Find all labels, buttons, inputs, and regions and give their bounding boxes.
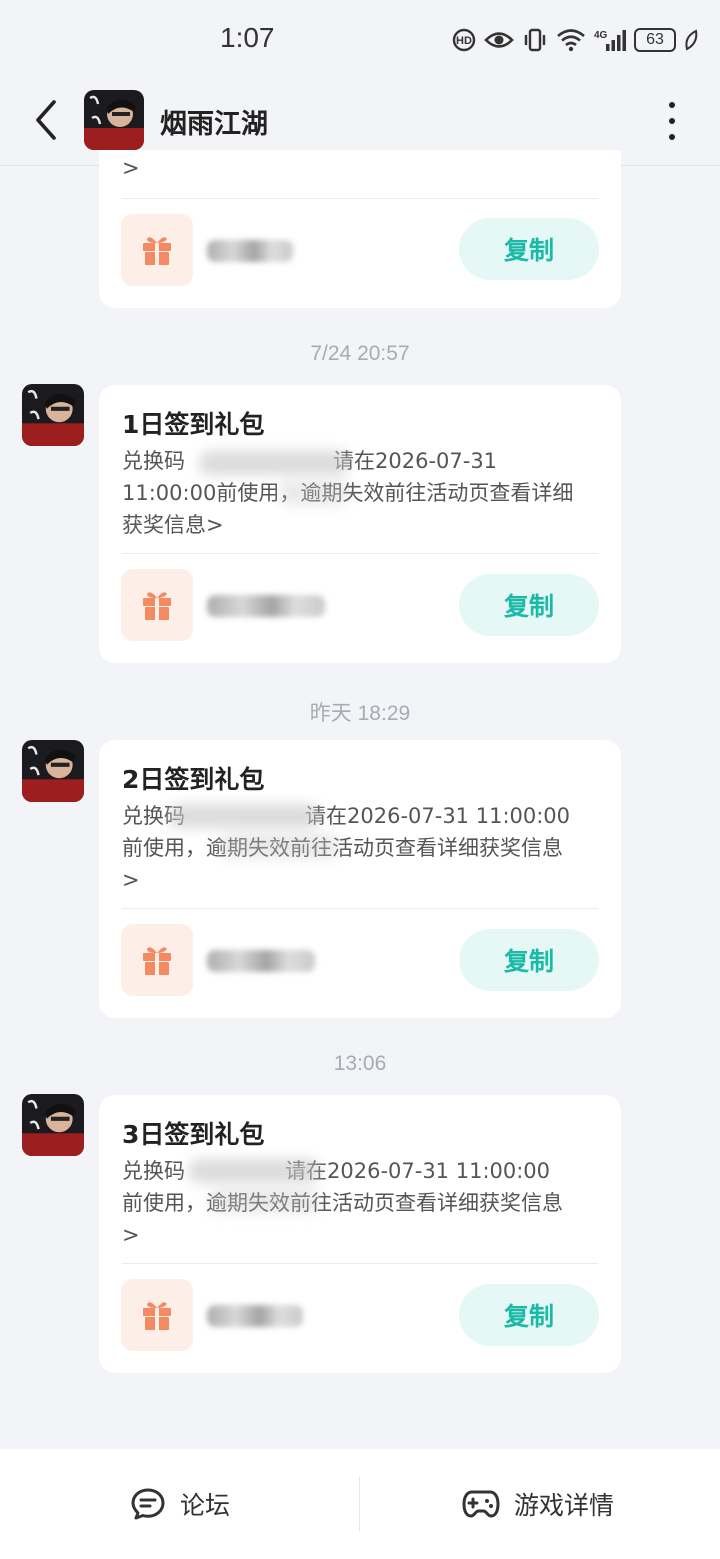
card-divider [122, 1263, 598, 1264]
gift-icon [143, 1302, 171, 1330]
message-card[interactable]: 1日签到礼包 兑换码 请在2026-07-31 11:00:00前使用，逾期失效前… [99, 385, 621, 663]
gift-icon [143, 237, 171, 265]
timestamp: 昨天 18:29 [309, 702, 411, 725]
battery-indicator: 63 [634, 28, 676, 52]
game-detail-label: 游戏详情 [514, 1491, 615, 1520]
forum-chat-icon [131, 1488, 165, 1520]
vibrate-icon [524, 28, 546, 52]
sender-avatar[interactable] [22, 1094, 84, 1156]
card-tail[interactable]: > [122, 156, 140, 180]
message-title: 3日签到礼包 [122, 1120, 265, 1149]
copy-button[interactable]: 复制 [459, 1284, 599, 1346]
message-card-partial: > 复制 [99, 150, 621, 308]
card-divider [122, 198, 598, 199]
blurred-code-text [279, 481, 349, 505]
gift-icon-box [121, 1279, 193, 1351]
status-bar: 1:07 HD 4G 63 [0, 0, 720, 80]
gift-icon-box [121, 569, 193, 641]
game-avatar[interactable] [84, 90, 144, 150]
gift-icon-box [121, 214, 193, 286]
wifi-icon [557, 29, 585, 52]
more-menu-icon[interactable] [664, 102, 680, 140]
copy-button[interactable]: 复制 [459, 574, 599, 636]
redeem-code-blurred [207, 1305, 303, 1327]
message-description[interactable]: 兑换码 请在2026-07-31 11:00:00前使用，逾期失效前往活动页查看详… [122, 445, 602, 541]
redeem-code-blurred [207, 595, 325, 617]
message-card[interactable]: 2日签到礼包 兑换码 请在2026-07-31 11:00:00 前使用，逾期失效… [99, 740, 621, 1018]
status-time: 1:07 [220, 22, 275, 53]
code-label: 兑换码 [122, 1159, 185, 1183]
blurred-code-text [199, 451, 349, 475]
message-title: 2日签到礼包 [122, 765, 265, 794]
blurred-code-text [209, 1189, 319, 1213]
hd-icon: HD [452, 28, 476, 52]
blurred-code-text [169, 804, 319, 828]
timestamp: 7/24 20:57 [310, 342, 410, 365]
status-icons: HD 4G 63 [452, 24, 698, 56]
back-arrow-icon[interactable] [30, 98, 62, 142]
sender-avatar[interactable] [22, 384, 84, 446]
svg-text:4G: 4G [594, 30, 608, 41]
signal-4g-icon: 4G [594, 30, 626, 51]
message-card[interactable]: 3日签到礼包 兑换码 请在2026-07-31 11:00:00 前使用，逾期失效… [99, 1095, 621, 1373]
gamepad-icon [462, 1490, 500, 1518]
message-title: 1日签到礼包 [122, 410, 265, 439]
card-divider [122, 553, 598, 554]
code-label: 兑换码 [122, 449, 185, 473]
timestamp: 13:06 [333, 1052, 387, 1075]
copy-button[interactable]: 复制 [459, 218, 599, 280]
copy-button[interactable]: 复制 [459, 929, 599, 991]
bottom-divider [359, 1477, 360, 1531]
gift-icon [143, 592, 171, 620]
bottom-action-bar: 论坛 游戏详情 [0, 1449, 720, 1559]
sender-avatar[interactable] [22, 740, 84, 802]
leaf-icon [685, 29, 698, 51]
gift-icon [143, 947, 171, 975]
card-divider [122, 908, 598, 909]
svg-text:HD: HD [456, 35, 472, 47]
eye-icon [484, 32, 514, 48]
redeem-code-blurred [207, 950, 315, 972]
redeem-code-blurred [207, 240, 293, 262]
blurred-code-text [219, 834, 339, 858]
forum-label: 论坛 [180, 1491, 231, 1520]
page-title: 烟雨江湖 [160, 109, 268, 140]
forum-button[interactable]: 论坛 [130, 1449, 230, 1559]
gift-icon-box [121, 924, 193, 996]
blurred-code-text [189, 1159, 319, 1183]
game-detail-button[interactable]: 游戏详情 [462, 1449, 614, 1559]
